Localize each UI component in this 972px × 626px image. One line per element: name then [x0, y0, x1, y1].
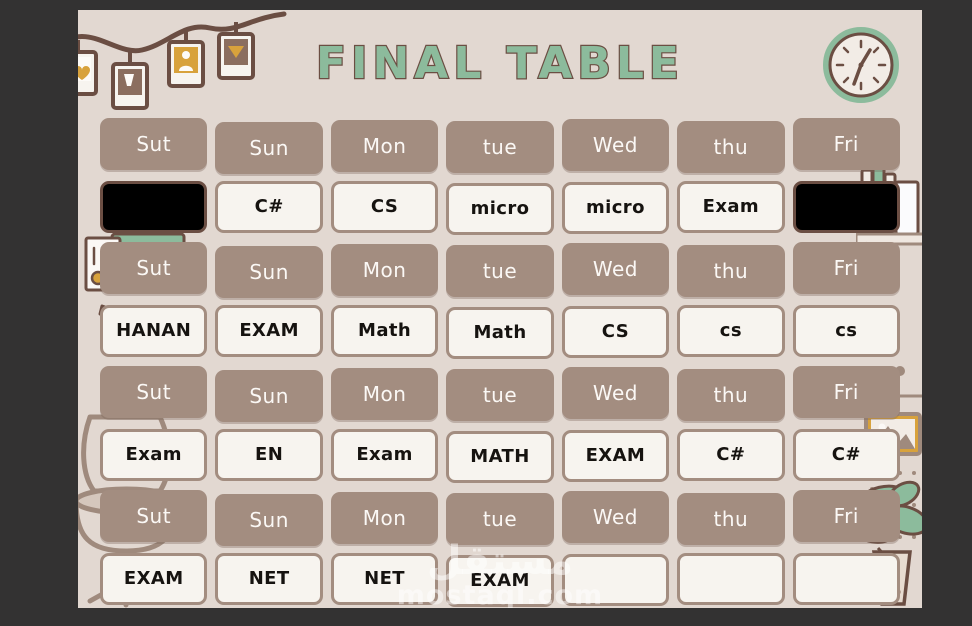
schedule-cell[interactable]: Math — [330, 305, 439, 357]
day-header-wed: Wed — [561, 491, 670, 543]
day-header-tue: tue — [446, 121, 554, 173]
day-header-sut: Sut — [100, 490, 208, 542]
day-header-thu: thu — [677, 369, 785, 421]
schedule-cell[interactable]: cs — [792, 305, 900, 357]
day-header-mon: Mon — [330, 492, 439, 544]
schedule-cell[interactable]: EXAM — [100, 553, 208, 605]
schedule-block: Sut Sun Mon tue Wed thu Fri C# CS micro micro Exam — [100, 118, 900, 235]
schedule-cell-empty[interactable] — [792, 553, 900, 605]
day-header-sut: Sut — [100, 242, 208, 294]
schedule-cell-empty[interactable] — [677, 553, 785, 605]
day-header-fri: Fri — [792, 118, 900, 170]
schedule-entry-row: HANAN EXAM Math Math CS cs cs — [100, 305, 900, 359]
day-header-sun: Sun — [215, 370, 323, 422]
schedule-cell[interactable]: Exam — [677, 181, 785, 233]
day-header-mon: Mon — [330, 244, 439, 296]
day-header-tue: tue — [446, 369, 554, 421]
day-header-fri: Fri — [792, 490, 900, 542]
schedule-cell[interactable]: EXAM — [561, 430, 670, 482]
day-header-row: Sut Sun Mon tue Wed thu Fri — [100, 366, 900, 422]
final-table-poster: FINAL TABLE مستقل mostaql.com Sut Sun Mon t… — [78, 10, 922, 608]
schedule-cell[interactable]: HANAN — [100, 305, 208, 357]
schedule-block: Sut Sun Mon tue Wed thu Fri HANAN EXAM Math Math CS… — [100, 242, 900, 359]
schedule-grid: Sut Sun Mon tue Wed thu Fri C# CS micro micro Exam S… — [100, 118, 900, 608]
day-header-wed: Wed — [561, 243, 670, 295]
schedule-cell[interactable]: NET — [330, 553, 439, 605]
schedule-cell[interactable]: MATH — [446, 431, 554, 483]
page-title: FINAL TABLE — [315, 37, 684, 90]
schedule-cell-redacted[interactable] — [100, 181, 208, 233]
schedule-cell[interactable]: micro — [446, 183, 554, 235]
schedule-cell[interactable]: C# — [677, 429, 785, 481]
day-header-fri: Fri — [792, 366, 900, 418]
day-header-row: Sut Sun Mon tue Wed thu Fri — [100, 242, 900, 298]
schedule-entry-row: C# CS micro micro Exam — [100, 181, 900, 235]
day-header-mon: Mon — [330, 120, 439, 172]
day-header-tue: tue — [446, 245, 554, 297]
schedule-cell[interactable]: cs — [677, 305, 785, 357]
day-header-mon: Mon — [330, 368, 439, 420]
schedule-cell[interactable]: micro — [561, 182, 670, 234]
schedule-cell[interactable]: Exam — [330, 429, 439, 481]
schedule-block: Sut Sun Mon tue Wed thu Fri Exam EN Exam MATH EXAM C… — [100, 366, 900, 483]
schedule-cell[interactable]: C# — [215, 181, 323, 233]
schedule-cell[interactable]: CS — [561, 306, 670, 358]
day-header-fri: Fri — [792, 242, 900, 294]
day-header-row: Sut Sun Mon tue Wed thu Fri — [100, 490, 900, 546]
schedule-cell[interactable]: CS — [330, 181, 439, 233]
schedule-cell[interactable]: EXAM — [446, 555, 554, 607]
day-header-thu: thu — [677, 121, 785, 173]
schedule-cell[interactable]: Exam — [100, 429, 208, 481]
schedule-cell[interactable]: EN — [215, 429, 323, 481]
day-header-thu: thu — [677, 493, 785, 545]
schedule-entry-row: EXAM NET NET EXAM — [100, 553, 900, 607]
day-header-sut: Sut — [100, 366, 208, 418]
schedule-cell[interactable]: C# — [792, 429, 900, 481]
day-header-sut: Sut — [100, 118, 208, 170]
schedule-entry-row: Exam EN Exam MATH EXAM C# C# — [100, 429, 900, 483]
schedule-cell-empty[interactable] — [561, 554, 670, 606]
day-header-sun: Sun — [215, 122, 323, 174]
day-header-sun: Sun — [215, 494, 323, 546]
day-header-wed: Wed — [561, 367, 670, 419]
day-header-wed: Wed — [561, 119, 670, 171]
schedule-cell[interactable]: EXAM — [215, 305, 323, 357]
day-header-row: Sut Sun Mon tue Wed thu Fri — [100, 118, 900, 174]
schedule-cell[interactable]: Math — [446, 307, 554, 359]
schedule-cell[interactable]: NET — [215, 553, 323, 605]
schedule-cell-redacted[interactable] — [792, 181, 900, 233]
day-header-thu: thu — [677, 245, 785, 297]
schedule-block: Sut Sun Mon tue Wed thu Fri EXAM NET NET EXAM — [100, 490, 900, 607]
day-header-sun: Sun — [215, 246, 323, 298]
screenshot-stage: FINAL TABLE مستقل mostaql.com Sut Sun Mon t… — [0, 0, 972, 626]
day-header-tue: tue — [446, 493, 554, 545]
